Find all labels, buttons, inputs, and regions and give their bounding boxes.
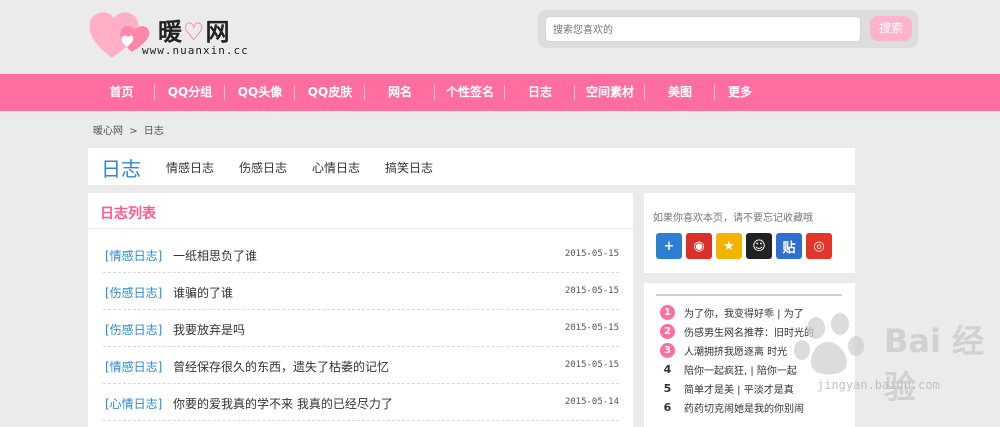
list-item-category[interactable]: [情感日志] xyxy=(105,358,162,375)
search-box: 搜索 xyxy=(538,10,918,48)
breadcrumb: 暖心网 > 日志 xyxy=(93,122,167,137)
list-item-date: 2015-05-15 xyxy=(564,323,619,333)
qq-icon[interactable]: ☺ xyxy=(746,233,772,259)
nav-item[interactable]: 首页 xyxy=(88,74,155,111)
search-input[interactable] xyxy=(545,16,861,42)
list-item: [心情日志] 你要的爱我真的学不来 我真的已经尽力了 2015-05-14 xyxy=(103,384,619,421)
brand-heart: ♡ xyxy=(183,17,206,46)
category-tab[interactable]: 搞笑日志 xyxy=(385,159,433,176)
list-item-title[interactable]: 你要的爱我真的学不来 我真的已经尽力了 xyxy=(173,395,393,412)
list-item-category[interactable]: [伤感日志] xyxy=(105,284,162,301)
hot-rank-badge: 5 xyxy=(663,382,672,395)
hot-rank-badge: 2 xyxy=(660,324,675,339)
list-item-date: 2015-05-15 xyxy=(564,249,619,259)
hot-item-title[interactable]: 药药切克闹她是我的你别闹 xyxy=(684,400,804,415)
breadcrumb-separator: > xyxy=(129,126,138,137)
hot-divider xyxy=(656,294,842,296)
list-item: [情感日志] 曾经保存很久的东西，遗失了枯萎的记忆 2015-05-15 xyxy=(103,347,619,384)
list-item-title[interactable]: 谁骗的了谁 xyxy=(173,284,233,301)
brand-name: 暖♡网 xyxy=(158,17,231,46)
article-list-panel: 日志列表 [情感日志] 一纸相思负了谁 2015-05-15 [伤感日志] 谁骗的了谁 2… xyxy=(88,193,633,427)
hot-item-title[interactable]: 简单才是美 | 平淡才是真 xyxy=(684,381,794,396)
tieba-icon[interactable]: 贴 xyxy=(776,233,802,259)
breadcrumb-current: 日志 xyxy=(143,126,164,137)
list-divider xyxy=(88,228,633,229)
hot-item-title[interactable]: 陪你一起疯狂, | 陪你一起 xyxy=(684,362,797,377)
nav-item[interactable]: QQ头像 xyxy=(225,74,295,111)
hot-item-title[interactable]: 人潮拥挤我愿逐离 时光 xyxy=(684,343,787,358)
hot-rank-badge: 4 xyxy=(663,363,672,376)
share-box: 如果你喜欢本页，请不要忘记收藏哦 + ◉ ★ ☺ 贴 ◎ xyxy=(644,193,855,273)
paw-icon xyxy=(794,313,864,375)
hot-item-title[interactable]: 为了你，我变得好乖 | 为了 xyxy=(684,305,804,320)
list-item-date: 2015-05-14 xyxy=(564,397,619,407)
qzone-icon[interactable]: ★ xyxy=(716,233,742,259)
category-title: 日志 xyxy=(101,157,141,181)
hot-rank-badge: 6 xyxy=(663,401,672,414)
nav-item[interactable]: 更多 xyxy=(715,74,765,111)
baidu-watermark: Bai 经验 jingyan.baidu.com xyxy=(790,312,1000,427)
list-item: [伤感日志] 谁骗的了谁 2015-05-15 xyxy=(103,273,619,310)
share-text: 如果你喜欢本页，请不要忘记收藏哦 xyxy=(653,213,813,224)
nav-item[interactable]: 空间素材 xyxy=(575,74,645,111)
hot-rank-badge: 1 xyxy=(660,305,675,320)
nav-item[interactable]: 网名 xyxy=(365,74,435,111)
qq-space-icon[interactable]: ◉ xyxy=(686,233,712,259)
list-item-title[interactable]: 我要放弃是吗 xyxy=(173,321,245,338)
hot-rank-badge: 3 xyxy=(660,343,675,358)
nav-item[interactable]: 个性签名 xyxy=(435,74,505,111)
watermark-url: jingyan.baidu.com xyxy=(817,378,940,392)
list-item: [伤感日志] 我要放弃是吗 2015-05-15 xyxy=(103,310,619,347)
list-item-title[interactable]: 曾经保存很久的东西，遗失了枯萎的记忆 xyxy=(173,358,389,375)
weibo-icon[interactable]: ◎ xyxy=(806,233,832,259)
category-tab[interactable]: 伤感日志 xyxy=(239,159,287,176)
category-tab[interactable]: 心情日志 xyxy=(312,159,360,176)
list-item-category[interactable]: [情感日志] xyxy=(105,247,162,264)
list-title: 日志列表 xyxy=(100,206,156,222)
site-header: 暖♡网 www.nuanxin.cc 搜索 xyxy=(0,0,1000,74)
category-tab[interactable]: 情感日志 xyxy=(166,159,214,176)
list-item-date: 2015-05-15 xyxy=(564,360,619,370)
nav-item[interactable]: QQ皮肤 xyxy=(295,74,365,111)
breadcrumb-home[interactable]: 暖心网 xyxy=(93,126,123,137)
search-button[interactable]: 搜索 xyxy=(870,16,912,41)
nav-item[interactable]: 日志 xyxy=(505,74,575,111)
add-more-icon[interactable]: + xyxy=(656,233,682,259)
nav-item[interactable]: QQ分组 xyxy=(155,74,225,111)
main-nav: 首页 QQ分组 QQ头像 QQ皮肤 网名 个性签名 日志 空间素材 美图 更多 xyxy=(0,74,1000,111)
site-domain: www.nuanxin.cc xyxy=(142,44,249,57)
site-logo[interactable]: 暖♡网 www.nuanxin.cc xyxy=(88,6,258,62)
category-bar: 日志 情感日志 伤感日志 心情日志 搞笑日志 xyxy=(88,148,855,185)
nav-item[interactable]: 美图 xyxy=(645,74,715,111)
list-item-date: 2015-05-15 xyxy=(564,286,619,296)
watermark-text: Bai 经验 xyxy=(884,322,985,406)
list-item-category[interactable]: [心情日志] xyxy=(105,395,162,412)
list-item: [情感日志] 一纸相思负了谁 2015-05-15 xyxy=(103,236,619,273)
list-item-category[interactable]: [伤感日志] xyxy=(105,321,162,338)
list-item-title[interactable]: 一纸相思负了谁 xyxy=(173,247,257,264)
